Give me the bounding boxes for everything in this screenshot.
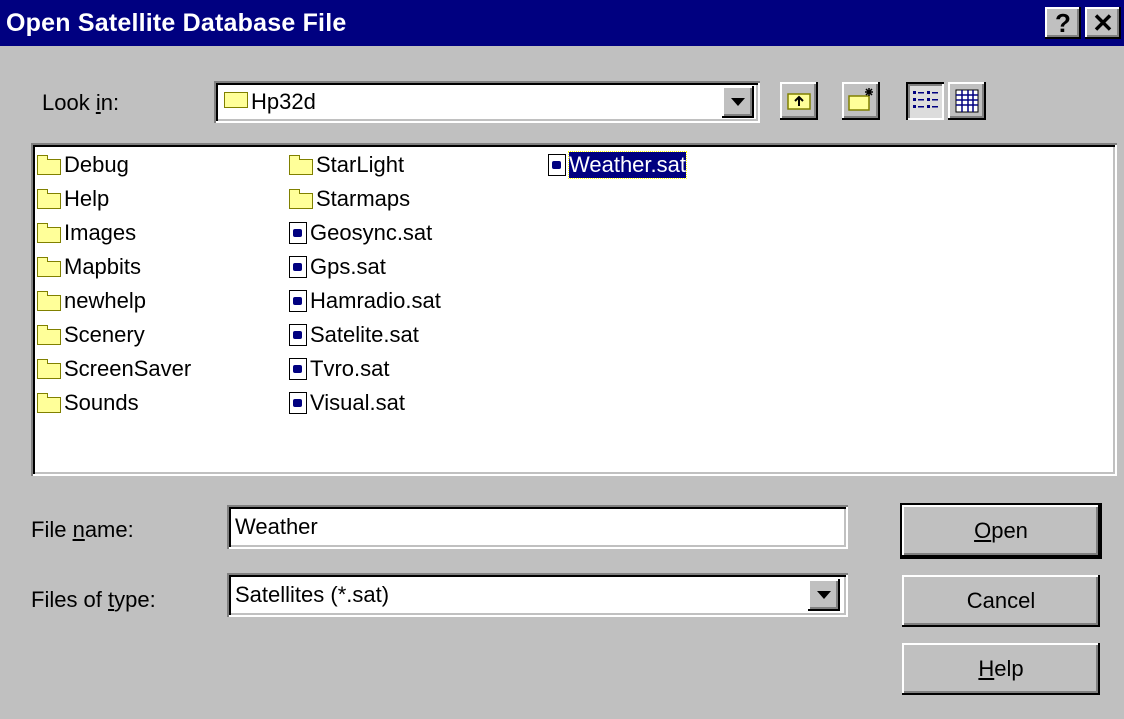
folder-item[interactable]: Images [37, 217, 136, 249]
folder-item[interactable]: newhelp [37, 285, 146, 317]
satellite-file-icon [289, 358, 307, 380]
open-folder-icon [224, 92, 248, 108]
help-caption-button[interactable]: ? [1045, 7, 1081, 39]
folder-icon [37, 291, 61, 311]
satellite-file-icon [289, 392, 307, 414]
item-label: newhelp [64, 288, 146, 313]
help-button[interactable]: Help [902, 643, 1100, 695]
item-label: ScreenSaver [64, 356, 192, 381]
list-view-button[interactable] [906, 82, 944, 120]
look-in-combo[interactable]: Hp32d [214, 81, 760, 123]
folder-icon [37, 393, 61, 413]
details-view-button[interactable] [948, 82, 986, 120]
file-type-label-part: Files of [31, 587, 109, 612]
item-label: Satelite.sat [310, 322, 419, 347]
item-label: Geosync.sat [310, 220, 433, 245]
create-new-folder-button[interactable] [842, 82, 880, 120]
file-list[interactable]: Debug Help Images Mapbits newhelp Scenery Scre… [31, 143, 1117, 476]
folder-icon [37, 155, 61, 175]
list-view-icon [913, 91, 938, 108]
satellite-file-icon [289, 256, 307, 278]
file-item[interactable]: Geosync.sat [289, 217, 432, 249]
look-in-dropdown-button[interactable] [722, 86, 754, 118]
folder-item[interactable]: StarLight [289, 149, 404, 181]
folder-icon [289, 189, 313, 209]
cancel-button-label: Cancel [966, 588, 1036, 613]
file-item[interactable]: Weather.sat [548, 149, 687, 181]
title-bar[interactable]: Open Satellite Database File ? ✕ [0, 0, 1124, 46]
cancel-button[interactable]: Cancel [902, 575, 1100, 627]
item-label: Images [64, 220, 137, 245]
window-title: Open Satellite Database File [6, 9, 347, 37]
file-type-combo[interactable]: Satellites (*.sat) [227, 573, 848, 617]
item-label: Visual.sat [310, 390, 405, 415]
look-in-label-part: Look [42, 90, 96, 115]
up-one-level-icon [787, 93, 811, 110]
look-in-value: Hp32d [251, 89, 316, 114]
folder-item[interactable]: ScreenSaver [37, 353, 191, 385]
satellite-file-icon [289, 222, 307, 244]
item-label: StarLight [316, 152, 405, 177]
file-name-value: Weather [235, 514, 318, 539]
folder-icon [37, 223, 61, 243]
file-item[interactable]: Hamradio.sat [289, 285, 441, 317]
file-name-label-accel: n [72, 517, 85, 542]
folder-item[interactable]: Sounds [37, 387, 139, 419]
folder-item[interactable]: Help [37, 183, 109, 215]
folder-icon [37, 359, 61, 379]
folder-icon [37, 325, 61, 345]
folder-item[interactable]: Scenery [37, 319, 145, 351]
file-item[interactable]: Visual.sat [289, 387, 405, 419]
item-label: Gps.sat [310, 254, 386, 279]
satellite-file-icon [289, 324, 307, 346]
satellite-file-icon [548, 154, 566, 176]
open-button[interactable]: Open [902, 505, 1100, 557]
up-one-level-button[interactable] [780, 82, 818, 120]
file-name-input[interactable]: Weather [227, 505, 848, 549]
folder-icon [37, 257, 61, 277]
open-file-dialog: Open Satellite Database File ? ✕ Look in… [0, 0, 1124, 719]
file-type-value: Satellites (*.sat) [235, 582, 390, 607]
file-type-label: Files of type: [31, 587, 156, 613]
open-button-label: Open [974, 518, 1028, 543]
folder-icon [37, 189, 61, 209]
create-new-folder-icon [848, 88, 873, 111]
file-name-label-part: File [31, 517, 73, 542]
help-button-label: Help [978, 656, 1024, 681]
file-type-label-part: ype: [114, 587, 156, 612]
folder-item[interactable]: Mapbits [37, 251, 141, 283]
item-label: Mapbits [64, 254, 142, 279]
item-label: Starmaps [316, 186, 411, 211]
look-in-label-part: n: [100, 90, 120, 115]
item-label: Scenery [64, 322, 145, 347]
item-label: Sounds [64, 390, 139, 415]
file-item[interactable]: Satelite.sat [289, 319, 419, 351]
item-label: Tvro.sat [310, 356, 390, 381]
file-item[interactable]: Gps.sat [289, 251, 386, 283]
item-label: Debug [64, 152, 129, 177]
close-button[interactable]: ✕ [1085, 7, 1121, 39]
file-item[interactable]: Tvro.sat [289, 353, 389, 385]
folder-item[interactable]: Starmaps [289, 183, 410, 215]
file-name-label-part: ame: [84, 517, 134, 542]
item-label: Help [64, 186, 110, 211]
look-in-label: Look in: [42, 90, 119, 116]
folder-icon [289, 155, 313, 175]
item-label: Hamradio.sat [310, 288, 441, 313]
details-view-icon [955, 89, 979, 113]
close-icon: ✕ [1092, 7, 1114, 38]
file-type-dropdown-button[interactable] [808, 579, 840, 611]
question-icon: ? [1055, 7, 1071, 38]
file-name-label: File name: [31, 517, 134, 543]
satellite-file-icon [289, 290, 307, 312]
item-label: Weather.sat [568, 151, 687, 179]
folder-item[interactable]: Debug [37, 149, 129, 181]
